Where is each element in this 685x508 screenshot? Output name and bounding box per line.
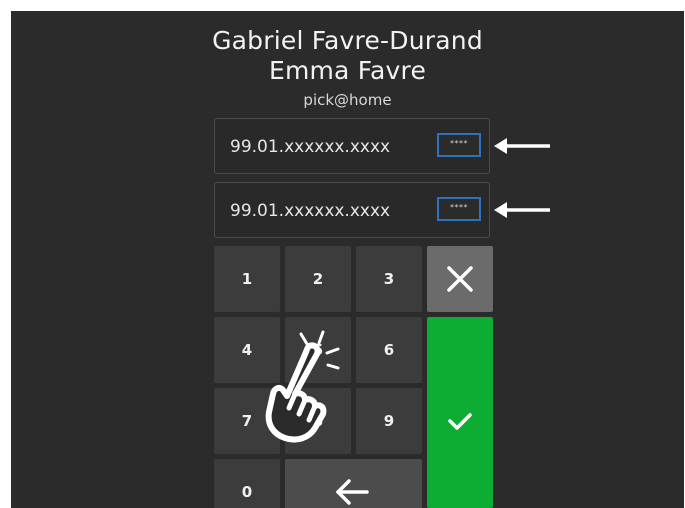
user-name-primary: Gabriel Favre-Durand — [212, 26, 483, 55]
key-9[interactable]: 9 — [356, 388, 422, 454]
card-number-value: 99.01.xxxxxx.xxxx — [230, 137, 391, 157]
login-screen: Gabriel Favre-Durand Emma Favre pick@hom… — [11, 11, 684, 508]
key-3[interactable]: 3 — [356, 246, 422, 312]
checkmark-icon — [448, 413, 472, 430]
pin-field[interactable]: **** — [437, 133, 481, 157]
confirm-button[interactable] — [427, 317, 493, 508]
backspace-button[interactable] — [285, 459, 422, 508]
card-number-field-2[interactable]: 99.01.xxxxxx.xxxx **** — [214, 182, 490, 238]
key-8[interactable]: 8 — [285, 388, 351, 454]
key-4[interactable]: 4 — [214, 317, 280, 383]
key-0[interactable]: 0 — [214, 459, 280, 508]
close-icon — [447, 266, 473, 292]
key-2[interactable]: 2 — [285, 246, 351, 312]
card-number-value: 99.01.xxxxxx.xxxx — [230, 201, 391, 221]
key-7[interactable]: 7 — [214, 388, 280, 454]
card-number-field-1[interactable]: 99.01.xxxxxx.xxxx **** — [214, 118, 490, 174]
user-name-secondary: Emma Favre — [268, 56, 427, 85]
key-5[interactable]: 5 — [285, 317, 351, 383]
key-6[interactable]: 6 — [356, 317, 422, 383]
arrow-left-icon — [494, 138, 550, 154]
key-1[interactable]: 1 — [214, 246, 280, 312]
back-arrow-icon — [336, 479, 369, 505]
arrow-left-icon — [494, 202, 550, 218]
clear-button[interactable] — [427, 246, 493, 312]
pin-field[interactable]: **** — [437, 197, 481, 221]
account-subtitle: pick@home — [303, 91, 392, 109]
